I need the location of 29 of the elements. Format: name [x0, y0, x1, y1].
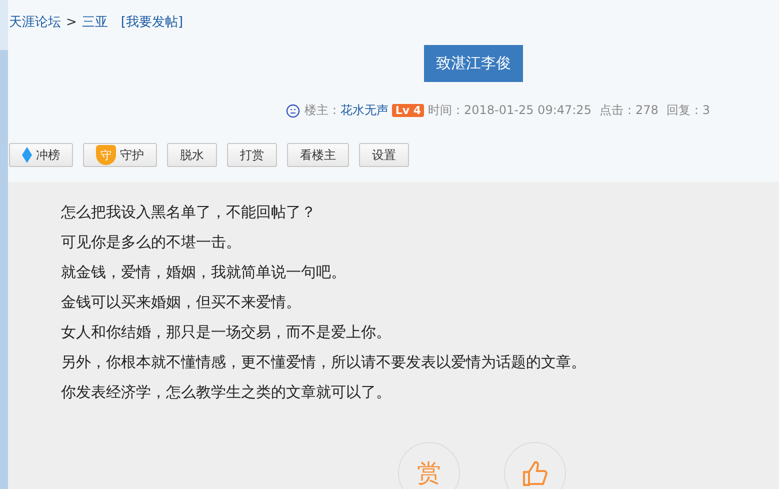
- toolbar-button[interactable]: 冲榜: [9, 143, 73, 167]
- thumbs-up-icon: [521, 459, 549, 487]
- shield-icon: 守: [96, 145, 116, 165]
- face-icon: [286, 104, 300, 118]
- toolbar-button[interactable]: 守 守护: [83, 143, 157, 167]
- post-time: 时间：2018-01-25 09:47:25: [428, 102, 592, 119]
- post-text: 金钱可以买来婚姻，但买不来爱情。: [61, 292, 302, 312]
- click-count: 点击：278: [599, 102, 658, 119]
- level-badge: Lv 4: [392, 104, 424, 117]
- post-text: 另外，你根本就不懂情感，更不懂爱情，所以请不要发表以爱情为话题的文章。: [61, 352, 587, 372]
- toolbar-button[interactable]: 打赏: [227, 143, 277, 167]
- author-link[interactable]: 花水无声: [340, 102, 388, 119]
- diamond-icon: [22, 147, 32, 163]
- post-title: 致湛江李俊: [424, 45, 523, 82]
- like-button[interactable]: [504, 442, 566, 489]
- author-label: 楼主：: [304, 102, 340, 119]
- new-post-link[interactable]: [我要发帖]: [120, 13, 184, 31]
- toolbar-button[interactable]: 看楼主: [287, 143, 349, 167]
- breadcrumb-link[interactable]: 天涯论坛: [9, 13, 61, 31]
- reply-count: 回复：3: [666, 102, 710, 119]
- post-text: 你发表经济学，怎么教学生之类的文章就可以了。: [61, 382, 392, 402]
- post-text: 就金钱，爱情，婚姻，我就简单说一句吧。: [61, 262, 347, 282]
- toolbar-button[interactable]: 脱水: [167, 143, 217, 167]
- post-text: 女人和你结婚，那只是一场交易，而不是爱上你。: [61, 322, 392, 342]
- post-text: 怎么把我设入黑名单了，不能回帖了？: [61, 202, 317, 222]
- breadcrumb-separator: >: [66, 14, 77, 30]
- breadcrumb-link[interactable]: 三亚: [82, 13, 108, 31]
- toolbar-button[interactable]: 设置: [359, 143, 409, 167]
- post-text: 可见你是多么的不堪一击。: [61, 232, 242, 252]
